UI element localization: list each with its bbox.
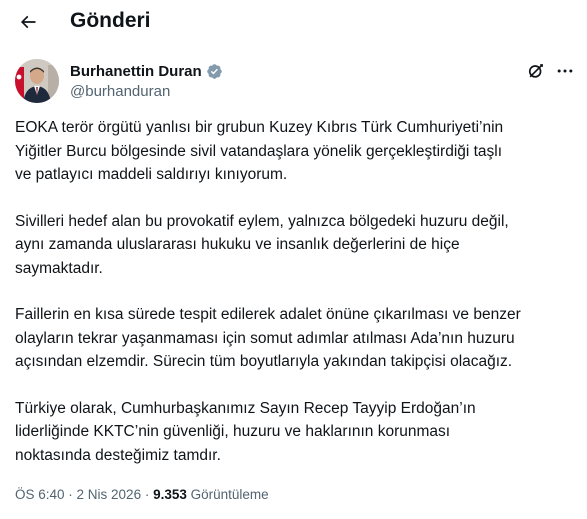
tweet-text: EOKA terör örgütü yanlısı bir grubun Kuz… (15, 116, 575, 490)
back-button[interactable] (12, 6, 44, 38)
tweet-paragraph: EOKA terör örgütü yanlısı bir grubun Kuz… (15, 119, 504, 183)
author-name-text: Burhanettin Duran (70, 63, 202, 80)
more-button[interactable] (553, 60, 577, 82)
tweet-meta: ÖS 6:40 · 2 Nis 2026 · 9.353 Görüntüleme (15, 486, 269, 503)
header-bar: Gönderi (0, 0, 587, 44)
arrow-left-icon (20, 15, 36, 29)
author-row: Burhanettin Duran @burhanduran (0, 56, 587, 104)
page-title: Gönderi (70, 9, 151, 32)
verified-badge-icon (206, 64, 222, 79)
tweet-paragraph: Faillerin en kısa sürede tespit edilerek… (15, 306, 521, 370)
meta-separator: · (141, 487, 154, 502)
avatar-portrait-icon (15, 59, 59, 103)
views-label: Görüntüleme (190, 487, 269, 502)
views-count: 9.353 (153, 487, 187, 502)
more-horizontal-icon (557, 69, 573, 73)
tweet-date[interactable]: 2 Nis 2026 (77, 487, 142, 502)
grok-button[interactable] (525, 60, 547, 82)
author-handle[interactable]: @burhanduran (70, 82, 170, 101)
meta-separator: · (64, 487, 77, 502)
avatar[interactable] (15, 59, 59, 103)
author-name[interactable]: Burhanettin Duran (70, 62, 223, 81)
grok-icon (528, 64, 543, 78)
tweet-paragraph: Türkiye olarak, Cumhurbaşkanımız Sayın R… (15, 399, 476, 464)
tweet-paragraph: Sivilleri hedef alan bu provokatif eylem… (15, 212, 509, 277)
tweet-time[interactable]: ÖS 6:40 (15, 487, 65, 502)
